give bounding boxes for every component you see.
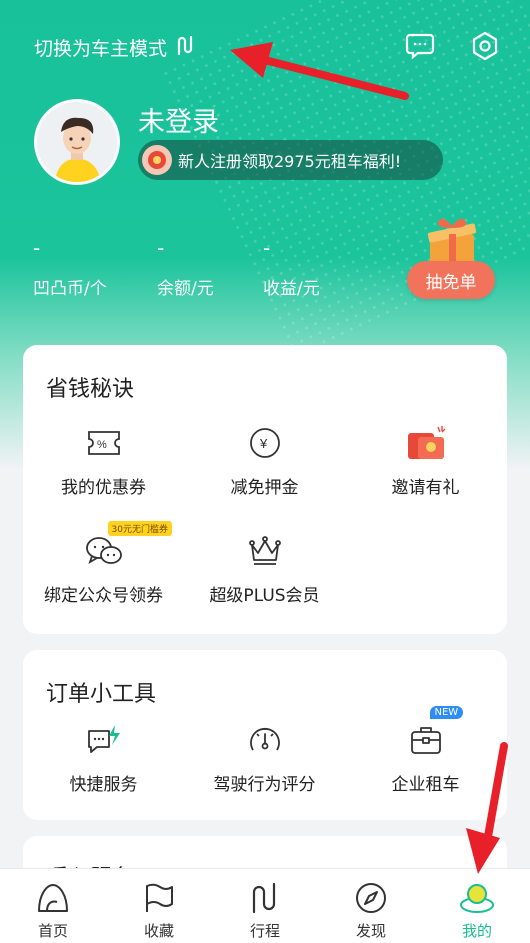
order-tools-card: 订单小工具 快捷服务 驾驶行为评分 NEW 企业租车: [23, 650, 507, 820]
deposit-waiver-item[interactable]: ¥ 减免押金: [184, 423, 345, 498]
message-icon: [405, 33, 435, 60]
svg-text:¥: ¥: [259, 436, 268, 451]
yen-coin-icon: ¥: [243, 423, 287, 463]
balance-value: -: [157, 236, 165, 260]
tab-mine-label: 我的: [461, 922, 492, 940]
driving-score-item[interactable]: 驾驶行为评分: [184, 720, 345, 795]
crown-icon: [243, 531, 287, 571]
bottom-tab-bar: 首页 收藏 行程 发现 我的: [0, 868, 530, 943]
profile-icon: [457, 881, 497, 915]
speedometer-icon: [243, 720, 287, 760]
enterprise-rental-label: 企业租车: [391, 775, 460, 795]
red-envelope-icon: [404, 423, 448, 463]
tab-home[interactable]: 首页: [0, 869, 106, 943]
bind-wechat-item[interactable]: 30元无门槛券 绑定公众号领券: [23, 521, 184, 606]
quick-service-icon: [82, 720, 126, 760]
tab-favorites-label: 收藏: [143, 922, 174, 940]
tab-discover[interactable]: 发现: [318, 869, 424, 943]
home-icon: [33, 881, 73, 915]
gift-box-icon: [418, 212, 488, 268]
savings-title: 省钱秘诀: [46, 377, 135, 402]
flag-icon: [139, 881, 179, 915]
promo-text: 新人注册领取2975元租车福利!: [178, 152, 402, 171]
quick-service-label: 快捷服务: [69, 775, 138, 795]
tab-home-label: 首页: [37, 922, 68, 940]
new-badge: NEW: [429, 706, 464, 719]
tab-mine[interactable]: 我的: [424, 869, 530, 943]
new-user-promo[interactable]: 新人注册领取2975元租车福利!: [138, 140, 443, 180]
my-coupons-label: 我的优惠券: [61, 478, 146, 498]
bind-wechat-label: 绑定公众号领券: [44, 586, 163, 606]
order-tools-title: 订单小工具: [46, 682, 157, 707]
enterprise-rental-item[interactable]: NEW 企业租车: [345, 706, 506, 795]
plus-member-item[interactable]: 超级PLUS会员: [184, 531, 345, 606]
coupon-icon: %: [82, 423, 126, 463]
red-envelope-icon: [142, 145, 172, 175]
coupon-tag: 30元无门槛券: [107, 521, 172, 536]
invite-gift-item[interactable]: 邀请有礼: [345, 423, 506, 498]
tab-trips[interactable]: 行程: [212, 869, 318, 943]
coins-stat[interactable]: - 凹凸币/个: [33, 236, 107, 299]
wechat-icon: 30元无门槛券: [82, 521, 172, 571]
deposit-waiver-label: 减免押金: [230, 478, 299, 498]
briefcase-icon: NEW: [404, 706, 464, 760]
coins-label: 凹凸币/个: [33, 279, 107, 299]
avatar[interactable]: [34, 99, 120, 185]
savings-card: 省钱秘诀 % 我的优惠券 ¥ 减免押金 邀请有礼 30元无门槛券 绑定公众号领券…: [23, 345, 507, 634]
earnings-value: -: [263, 236, 271, 260]
draw-free-order-button[interactable]: 抽免单: [407, 261, 495, 299]
balance-label: 余额/元: [157, 279, 214, 299]
login-status[interactable]: 未登录: [138, 100, 219, 139]
route-icon: [245, 881, 285, 915]
settings-button[interactable]: [469, 30, 501, 62]
my-coupons-item[interactable]: % 我的优惠券: [23, 423, 184, 498]
compass-icon: [351, 881, 391, 915]
earnings-label: 收益/元: [263, 279, 320, 299]
driving-score-label: 驾驶行为评分: [213, 775, 316, 795]
balance-stat[interactable]: - 余额/元: [157, 236, 214, 299]
route-icon: [175, 34, 197, 61]
tab-trips-label: 行程: [249, 922, 280, 940]
quick-service-item[interactable]: 快捷服务: [23, 720, 184, 795]
svg-text:%: %: [97, 439, 107, 451]
tab-discover-label: 发现: [355, 922, 386, 940]
gear-icon: [472, 31, 498, 61]
switch-mode-label: 切换为车主模式: [34, 37, 168, 60]
plus-member-label: 超级PLUS会员: [209, 586, 320, 606]
tab-favorites[interactable]: 收藏: [106, 869, 212, 943]
coins-value: -: [33, 236, 41, 260]
earnings-stat[interactable]: - 收益/元: [263, 236, 320, 299]
message-button[interactable]: [404, 30, 436, 62]
switch-mode-button[interactable]: 切换为车主模式: [34, 32, 197, 62]
invite-gift-label: 邀请有礼: [391, 478, 460, 498]
